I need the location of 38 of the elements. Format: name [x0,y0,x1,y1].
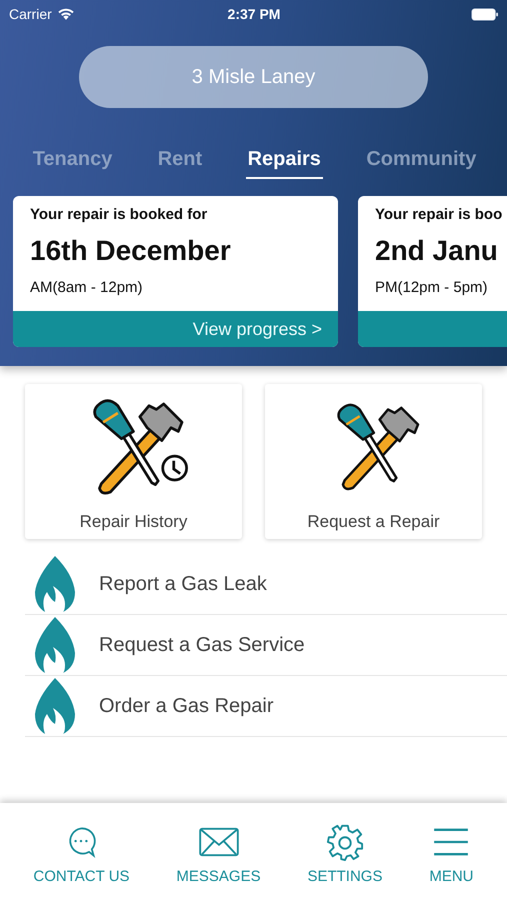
gas-item-label: Order a Gas Repair [99,694,274,718]
section-tab[interactable]: Community [364,146,478,179]
menu-icon [432,827,470,857]
booking-card[interactable]: Your repair is boo 2nd Janu PM(12pm - 5pm) [358,196,507,347]
booking-heading: Your repair is booked for [30,206,208,223]
status-time: 2:37 PM [228,6,280,22]
booking-date: 16th December [30,235,232,267]
tile-label: Request a Repair [307,512,440,532]
booking-card[interactable]: Your repair is booked for 16th December AM(8am - 12pm) View progress > [13,196,338,347]
nav-tab[interactable]: MENU [429,868,474,885]
gas-list-item[interactable]: Report a Gas Leak [25,554,507,615]
booking-date: 2nd Janu [375,235,499,267]
repair-tile[interactable]: Request a Repair [265,384,482,539]
mail-icon [198,826,240,858]
address-selector[interactable]: 3 Misle Laney [79,46,428,108]
gas-list-item[interactable]: Request a Gas Service [25,615,507,676]
gas-item-label: Request a Gas Service [99,634,305,656]
flame-icon [33,615,77,675]
view-progress-link[interactable]: View progress > [192,318,322,340]
nav-tab[interactable]: SETTINGS [307,868,382,885]
repair-tile[interactable]: Repair History [25,384,242,539]
tile-label: Repair History [80,512,188,532]
wifi-icon [56,7,75,21]
booking-time-slot: AM(8am - 12pm) [30,279,322,296]
nav-tab[interactable]: CONTACT US [33,868,130,885]
nav-tab[interactable]: MESSAGES [176,868,261,885]
section-tab[interactable]: Repairs [246,146,323,179]
battery-icon [470,8,499,20]
flame-icon [33,676,77,736]
booking-heading: Your repair is boo [375,206,504,223]
gas-list-item[interactable]: Order a Gas Repair [25,676,507,737]
flame-icon [33,554,77,614]
section-tab[interactable]: Tenancy [30,146,114,179]
gas-item-label: Report a Gas Leak [99,572,267,596]
settings-icon [326,823,364,861]
booking-time-slot: PM(12pm - 5pm) [375,279,507,296]
section-tab[interactable]: Rent [156,146,204,179]
carrier-name: Carrier [9,6,52,22]
